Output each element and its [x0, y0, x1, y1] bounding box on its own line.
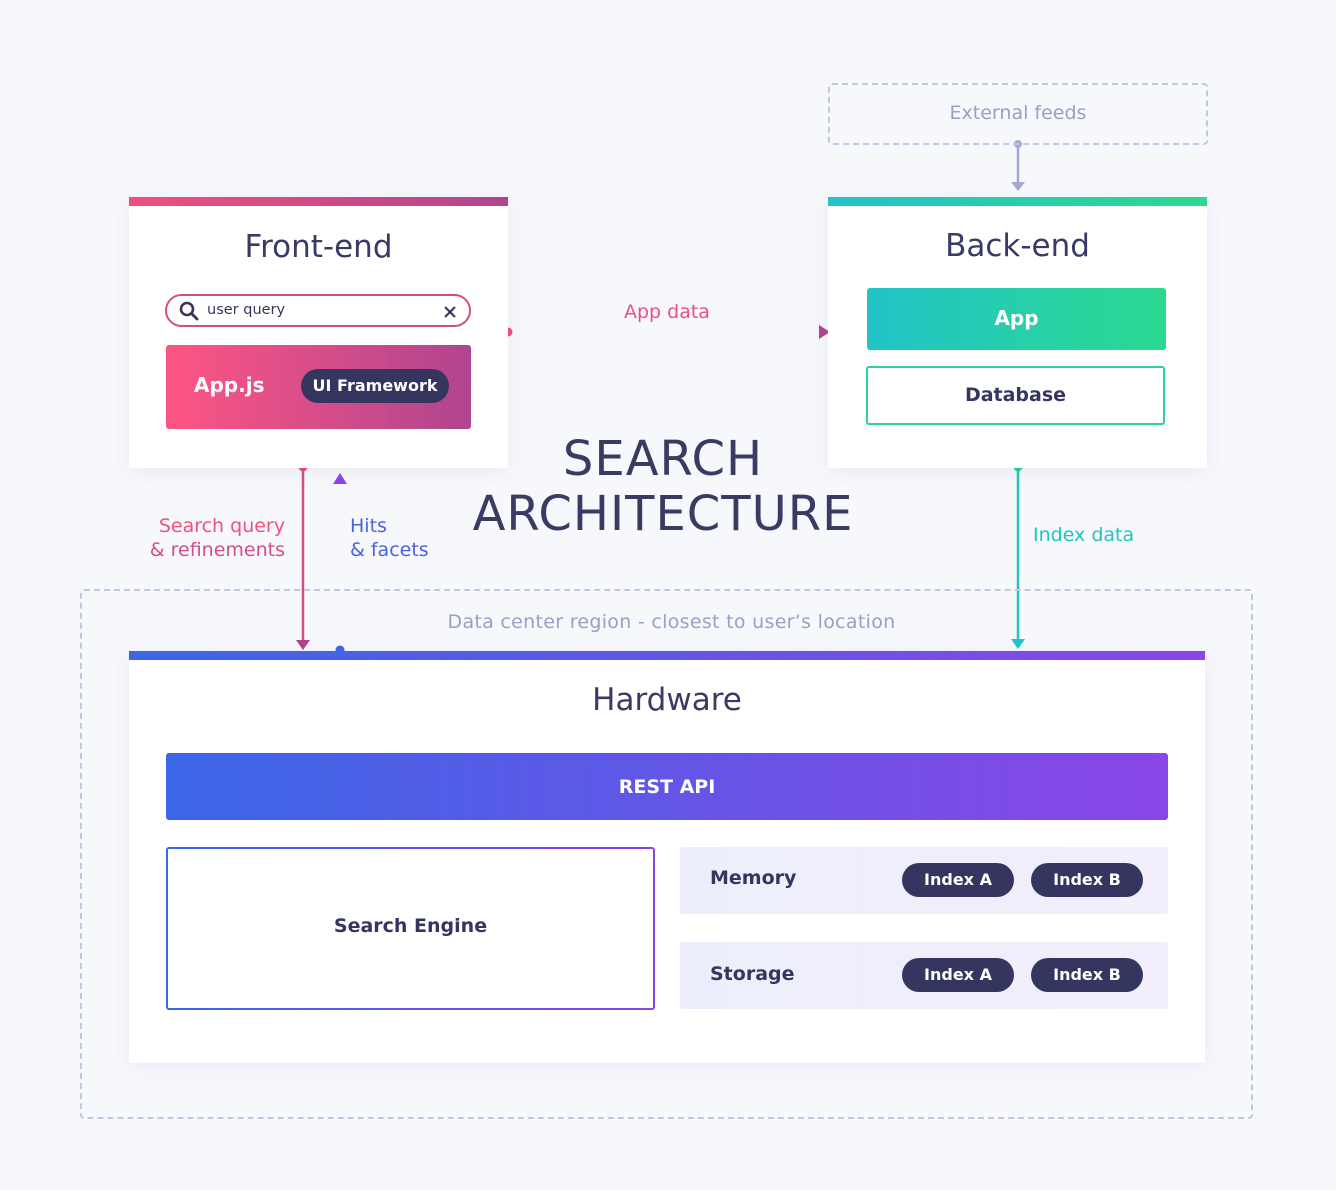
search-input[interactable]: user query	[165, 294, 471, 327]
diagram-title-line2: ARCHITECTURE	[472, 486, 854, 542]
ui-framework-pill: UI Framework	[301, 369, 449, 403]
search-query-label-2: & refinements	[149, 539, 285, 561]
memory-block: Memory Index A Index B	[680, 847, 1168, 914]
close-icon[interactable]	[443, 304, 457, 318]
database-label: Database	[964, 384, 1067, 406]
hardware-card: Hardware REST API Search Engine Memory I…	[129, 651, 1205, 1063]
storage-label: Storage	[710, 963, 795, 985]
index-data-label: Index data	[1033, 524, 1135, 546]
backend-accent-bar	[828, 197, 1207, 206]
hits-label-1: Hits	[350, 515, 387, 537]
frontend-card: Front-end user query App.js UI Framework	[129, 197, 508, 468]
app-data-arrow	[503, 325, 830, 339]
search-engine-label: Search Engine	[333, 915, 488, 937]
hits-label-2: & facets	[350, 539, 429, 561]
memory-index-b-pill: Index B	[1031, 863, 1143, 897]
diagram-title-line1: SEARCH	[562, 431, 764, 487]
backend-app-label: App	[994, 306, 1039, 330]
external-feeds-arrow	[1011, 140, 1025, 191]
appjs-label: App.js	[194, 373, 265, 397]
hardware-accent-bar	[129, 651, 1205, 660]
memory-label: Memory	[710, 867, 797, 889]
memory-index-a-pill: Index A	[902, 863, 1014, 897]
frontend-title: Front-end	[244, 229, 393, 265]
storage-index-a-pill: Index A	[902, 958, 1014, 992]
appjs-block: App.js UI Framework	[166, 345, 471, 429]
storage-index-b-pill: Index B	[1031, 958, 1143, 992]
backend-card: Back-end App Database	[828, 197, 1207, 468]
external-feeds-box: External feeds	[828, 83, 1208, 145]
data-center-region-label: Data center region - closest to user’s l…	[447, 611, 896, 633]
backend-app-block: App	[867, 288, 1166, 350]
rest-api-block: REST API	[166, 753, 1168, 820]
search-input-value: user query	[207, 302, 286, 318]
external-feeds-label: External feeds	[949, 102, 1087, 124]
rest-api-label: REST API	[618, 776, 716, 798]
search-engine-block: Search Engine	[166, 847, 655, 1010]
search-icon	[179, 301, 199, 321]
hardware-title: Hardware	[592, 682, 742, 718]
search-query-label-1: Search query	[158, 515, 285, 537]
database-block: Database	[866, 366, 1165, 425]
backend-title: Back-end	[945, 228, 1090, 264]
frontend-accent-bar	[129, 197, 508, 206]
storage-block: Storage Index A Index B	[680, 942, 1168, 1009]
app-data-label: App data	[624, 301, 710, 323]
